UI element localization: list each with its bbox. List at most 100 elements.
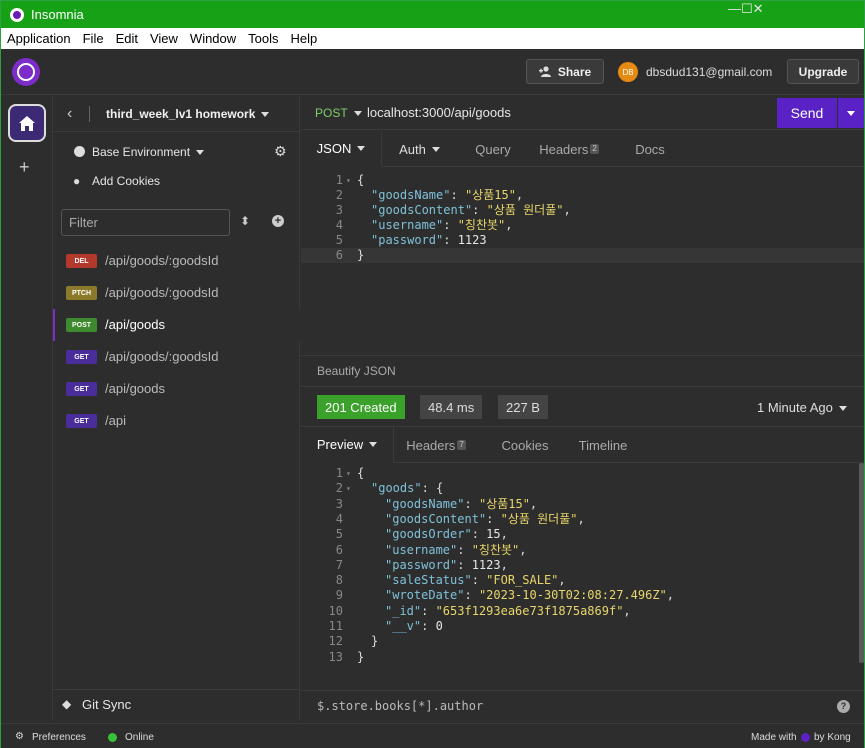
request-path: /api/goods/:goodsId: [105, 253, 219, 268]
beautify-json-button[interactable]: Beautify JSON: [301, 355, 864, 385]
history-selector[interactable]: 1 Minute Ago: [757, 400, 847, 415]
code-text: "goodsContent": "상품 원더풀",: [385, 511, 585, 526]
tab-query[interactable]: Query: [459, 131, 527, 167]
url-input[interactable]: localhost:3000/api/goods: [367, 105, 511, 120]
request-item-active[interactable]: POST /api/goods: [53, 309, 300, 341]
filter-input[interactable]: Filter: [61, 209, 230, 236]
menu-tools[interactable]: Tools: [248, 31, 278, 46]
upgrade-button[interactable]: Upgrade: [787, 59, 859, 84]
account-email[interactable]: dbsdud131@gmail.com: [646, 65, 772, 79]
json-value: "653f1293ea6e73f1875a869f": [435, 603, 624, 618]
insomnia-home-logo-icon[interactable]: [12, 58, 40, 86]
tab-docs[interactable]: Docs: [619, 131, 681, 167]
add-request-icon[interactable]: +: [272, 215, 284, 227]
json-value: "상품15": [464, 188, 516, 202]
status-text: 201 Created: [325, 399, 397, 415]
line-number: 3: [335, 496, 343, 511]
fold-icon[interactable]: ▾: [346, 481, 351, 496]
request-path: /api/goods: [105, 381, 165, 396]
request-item[interactable]: DEL /api/goods/:goodsId: [53, 245, 300, 277]
code-line: 1 ▾ {: [301, 466, 859, 481]
tab-preview[interactable]: Preview: [301, 427, 394, 463]
git-sync-button[interactable]: ◆ Git Sync: [53, 689, 300, 721]
gear-icon[interactable]: ⚙: [274, 143, 287, 160]
method-selector[interactable]: POST: [315, 106, 362, 120]
request-item[interactable]: PTCH /api/goods/:goodsId: [53, 277, 300, 309]
response-scrollbar[interactable]: [859, 463, 864, 663]
line-number: 12: [328, 634, 343, 649]
json-punct: ,: [666, 588, 675, 603]
made-with-text: Made with: [751, 732, 797, 743]
git-sync-label: Git Sync: [82, 697, 132, 712]
json-value: "상품 원더풀": [486, 203, 564, 217]
tab-label: Headers: [406, 437, 456, 453]
tab-headers[interactable]: Headers 2: [529, 131, 609, 167]
line-number: 8: [335, 573, 343, 588]
sidebar: ‹ third_week_lv1 homework Base Environme…: [53, 96, 300, 721]
avatar[interactable]: DB: [618, 62, 638, 82]
request-item[interactable]: GET /api/goods/:goodsId: [53, 341, 300, 373]
request-item[interactable]: GET /api/goods: [53, 373, 300, 405]
gear-icon[interactable]: ⚙: [15, 731, 24, 742]
chevron-down-icon: [847, 110, 855, 116]
send-options-button[interactable]: [838, 98, 864, 128]
tab-cookies[interactable]: Cookies: [491, 427, 559, 463]
project-selector[interactable]: third_week_lv1 homework: [106, 107, 270, 121]
menu-edit[interactable]: Edit: [116, 31, 138, 46]
preferences-button[interactable]: Preferences: [32, 732, 86, 743]
add-project-icon[interactable]: +: [19, 157, 30, 178]
code-text: "wroteDate": "2023-10-30T02:08:27.496Z",: [385, 588, 675, 603]
sort-icon[interactable]: ⬍: [240, 214, 250, 228]
send-button[interactable]: Send: [777, 98, 837, 128]
code-text: }: [371, 634, 379, 649]
home-icon: [19, 115, 35, 131]
fold-icon[interactable]: ▾: [346, 466, 351, 481]
app-header: Share DB dbsdud131@gmail.com Upgrade: [1, 49, 864, 95]
response-preview[interactable]: 1 ▾ {2 ▾ "goods": {3 "goodsName": "상품15", 4 "go…: [301, 466, 859, 689]
environment-selector[interactable]: Base Environment: [92, 145, 205, 159]
tab-auth[interactable]: Auth: [383, 131, 456, 167]
home-button[interactable]: [8, 104, 46, 142]
code-line: 2 ▾ "goods": {: [301, 481, 859, 496]
headers-count-badge: 7: [457, 440, 466, 450]
left-rail: +: [1, 96, 53, 721]
close-button[interactable]: ✕: [753, 1, 764, 28]
line-number: 11: [328, 619, 343, 633]
code-text: "goodsContent": "상품 원더풀",: [371, 203, 571, 217]
line-number: 13: [328, 649, 343, 664]
json-punct: ,: [505, 218, 513, 232]
response-filter-input[interactable]: $.store.books[*].author: [317, 699, 483, 713]
menu-file[interactable]: File: [83, 31, 104, 46]
json-value: "칭찬봇": [471, 542, 520, 557]
line-number: 3: [335, 203, 343, 217]
request-body-editor[interactable]: 1 ▾ { 2 "goodsName": "상품15", 3 "goodsContent…: [301, 173, 864, 355]
code-text: "_id": "653f1293ea6e73f1875a869f",: [385, 603, 631, 618]
code-line: 10 "_id": "653f1293ea6e73f1875a869f",: [301, 604, 859, 619]
response-tabs: Preview Headers 7 Cookies Timeline: [301, 427, 864, 463]
json-value: "2023-10-30T02:08:27.496Z": [478, 588, 667, 603]
code-line: 1 ▾ {: [301, 173, 864, 188]
json-key: "password": [385, 557, 458, 572]
menu-application[interactable]: Application: [7, 31, 71, 46]
add-cookies-button[interactable]: Add Cookies: [92, 174, 160, 188]
chevron-down-icon: [431, 146, 440, 152]
minimize-button[interactable]: —: [728, 1, 741, 28]
menu-view[interactable]: View: [150, 31, 178, 46]
code-line: 5 "password": 1123: [301, 233, 864, 248]
online-status-icon: [108, 733, 117, 742]
back-chevron-icon[interactable]: ‹: [67, 105, 72, 123]
tab-json[interactable]: JSON: [301, 131, 382, 167]
menu-window[interactable]: Window: [190, 31, 236, 46]
help-icon[interactable]: ?: [837, 700, 850, 713]
request-item[interactable]: GET /api: [53, 405, 300, 437]
request-path: /api/goods/:goodsId: [105, 285, 219, 300]
code-text: "password": 1123: [371, 233, 487, 247]
maximize-button[interactable]: ☐: [741, 1, 753, 28]
menu-help[interactable]: Help: [291, 31, 318, 46]
code-line: 5 "goodsOrder": 15,: [301, 527, 859, 542]
fold-icon[interactable]: ▾: [346, 173, 351, 188]
tab-timeline[interactable]: Timeline: [569, 427, 637, 463]
share-button[interactable]: Share: [526, 59, 604, 84]
tab-response-headers[interactable]: Headers 7: [397, 427, 475, 463]
code-line: 4 "goodsContent": "상품 원더풀",: [301, 512, 859, 527]
